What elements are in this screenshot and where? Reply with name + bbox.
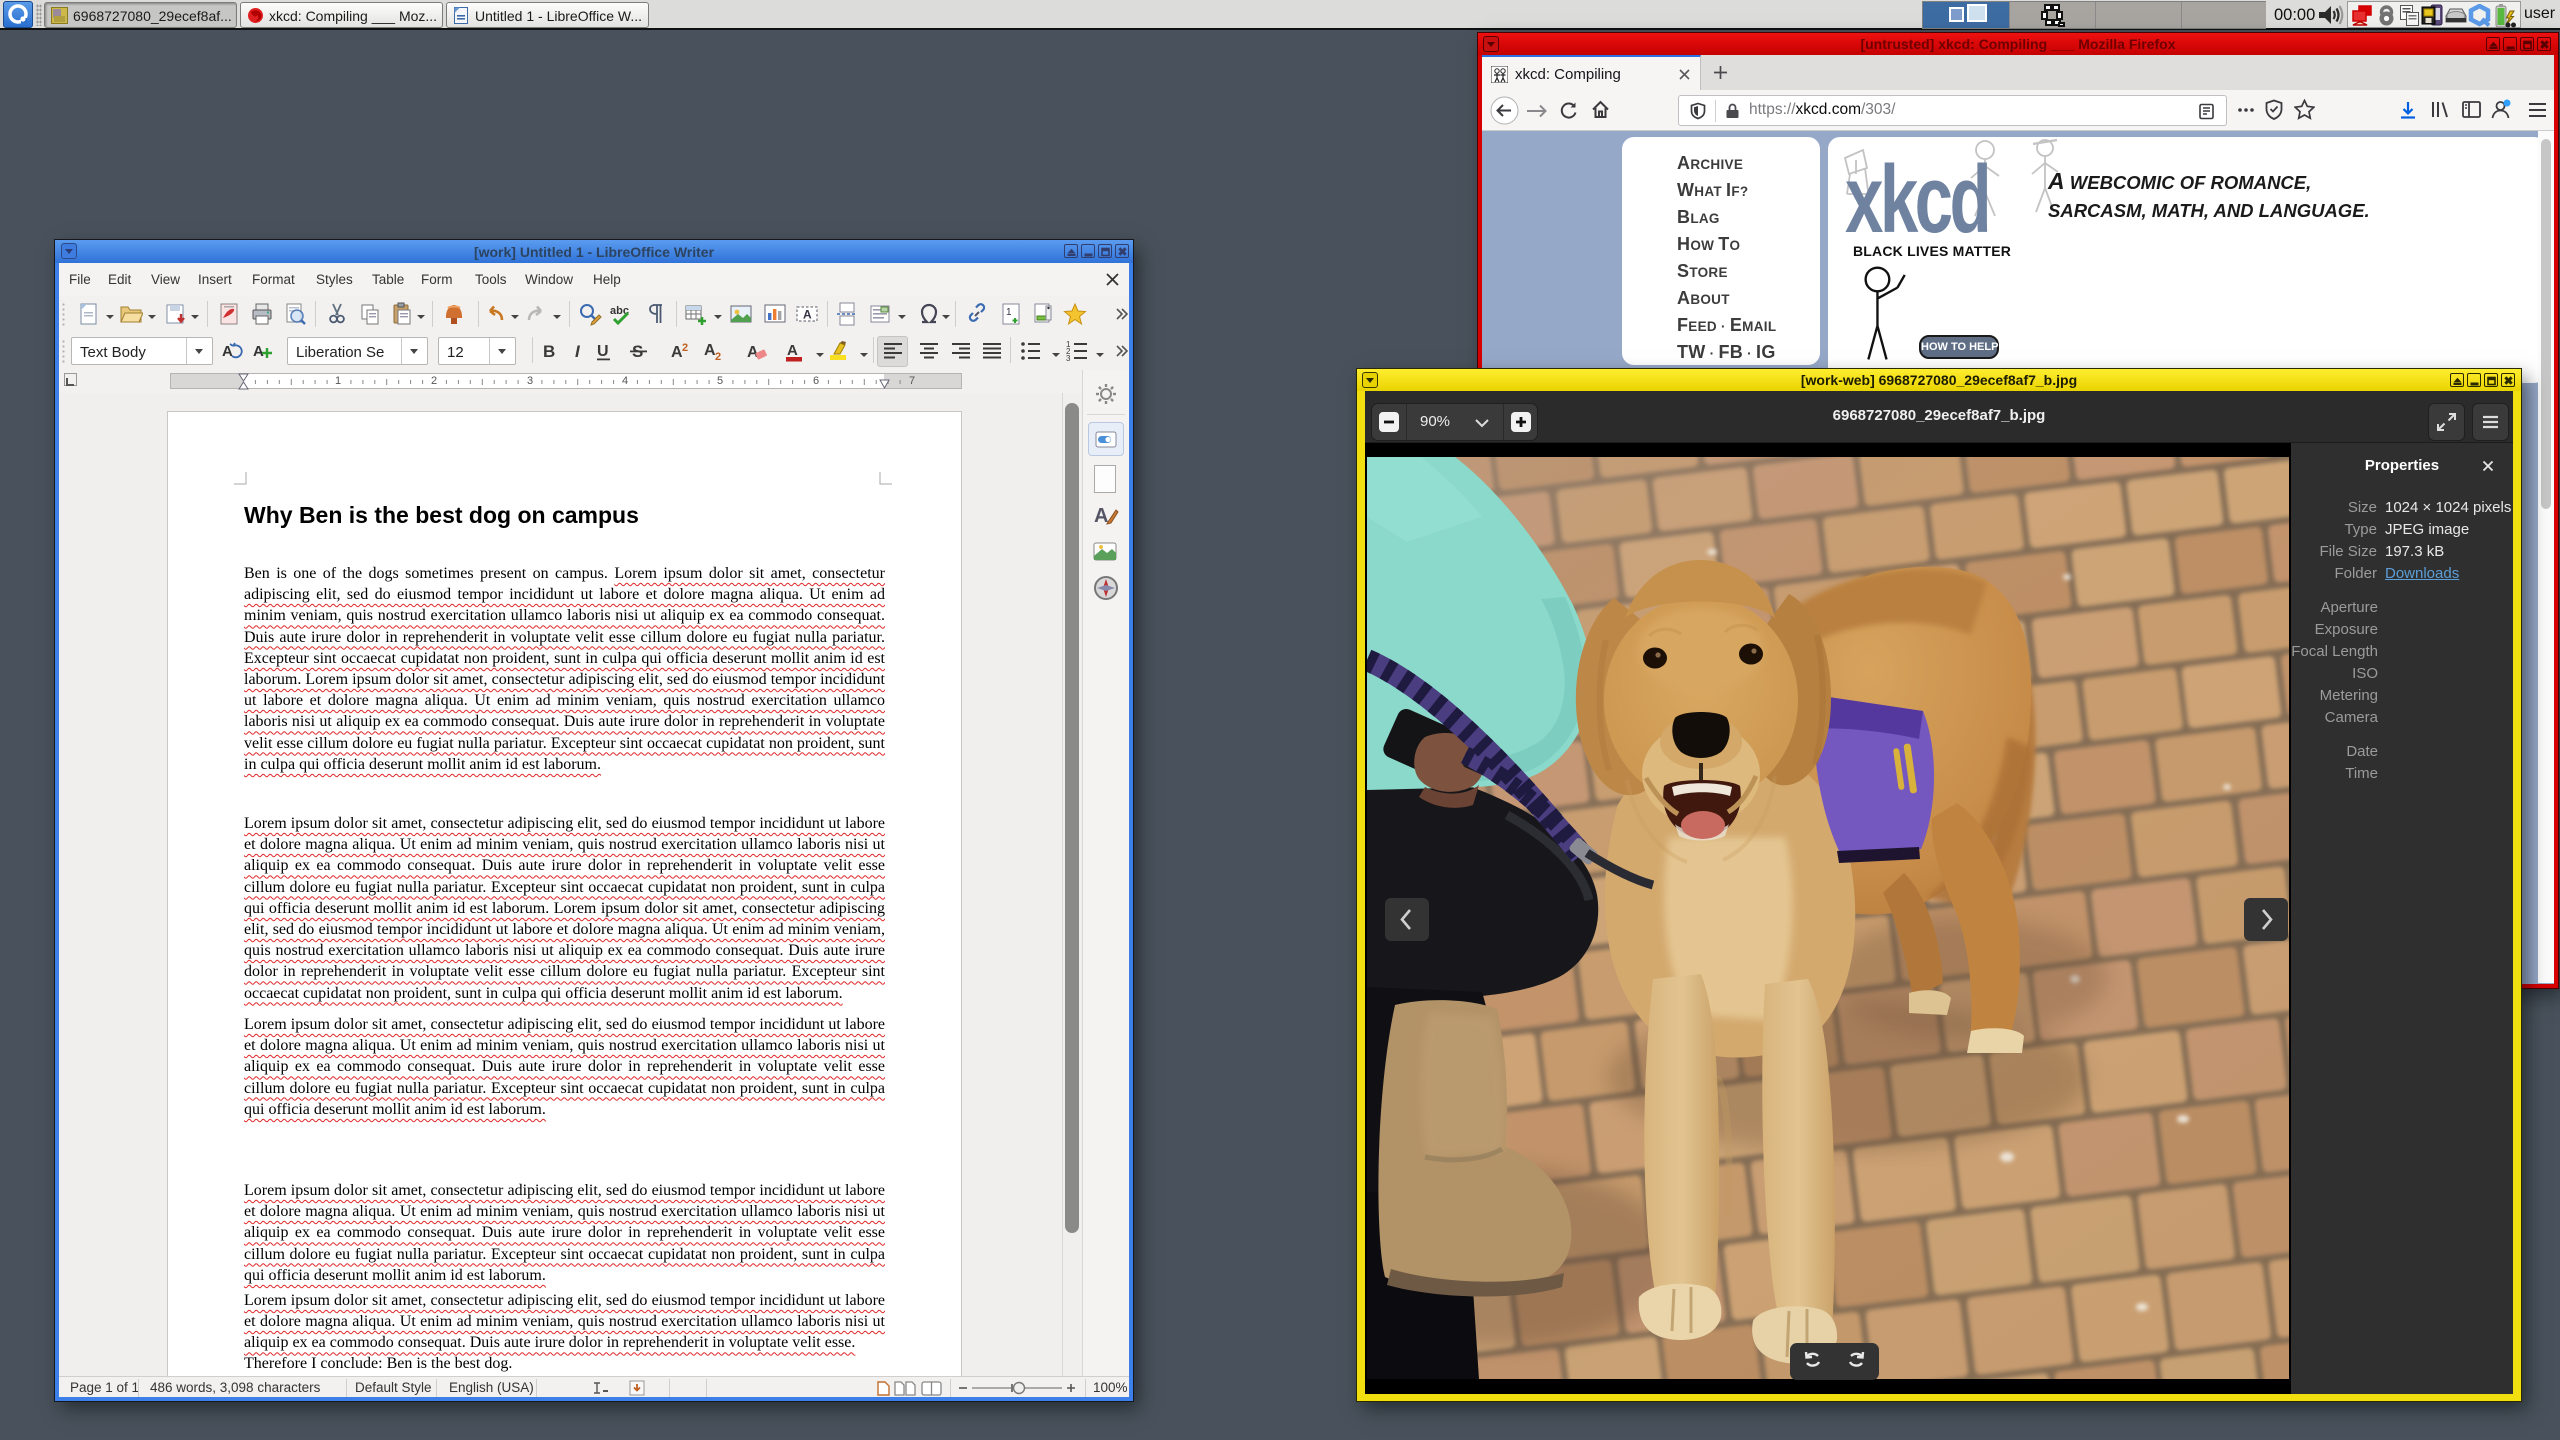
svg-text:A: A [787,342,798,359]
svg-text:A: A [1094,505,1108,527]
svg-text:A: A [253,343,264,360]
svg-text:1: 1 [1006,307,1012,318]
svg-text:I: I [575,342,581,361]
svg-text:2: 2 [682,342,688,354]
svg-text:xkcd: xkcd [1845,145,1988,246]
svg-text:A: A [803,308,812,322]
svg-text:U: U [597,343,609,360]
svg-text:2: 2 [715,351,721,363]
svg-text:3: 3 [1066,354,1071,363]
svg-text:B: B [543,342,555,361]
